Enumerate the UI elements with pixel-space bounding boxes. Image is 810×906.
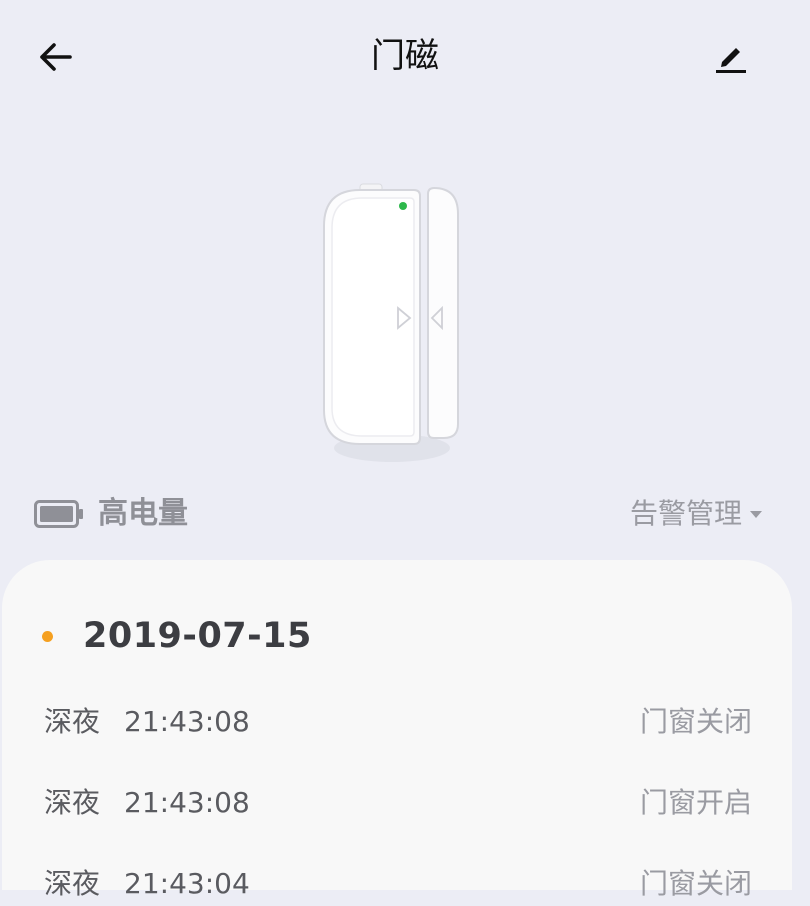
alarm-management-dropdown[interactable]: 告警管理: [630, 492, 762, 536]
caret-down-icon: [750, 510, 762, 518]
top-bar: 门磁: [0, 0, 810, 112]
status-led-icon: [399, 202, 407, 210]
event-time: 21:43:08: [124, 786, 250, 819]
date-dot-icon: [42, 630, 53, 642]
event-log-card: 2019-07-15 深夜 21:43:08 门窗关闭 深夜 21:43:08 …: [2, 560, 792, 900]
page-title: 门磁: [371, 36, 439, 76]
event-period: 深夜: [44, 786, 101, 819]
event-period: 深夜: [44, 705, 101, 738]
event-row[interactable]: 深夜 21:43:04 门窗关闭: [44, 862, 752, 906]
event-time: 21:43:04: [124, 867, 250, 900]
alarm-management-label: 告警管理: [629, 497, 742, 530]
edit-button[interactable]: [708, 34, 754, 80]
log-date-header: 2019-07-15: [42, 612, 312, 660]
door-sensor-image: [316, 180, 468, 470]
battery-full-icon: [34, 500, 83, 528]
event-state: 门窗关闭: [639, 867, 752, 900]
event-period: 深夜: [44, 867, 101, 900]
event-row[interactable]: 深夜 21:43:08 门窗开启: [44, 781, 752, 825]
status-row: 高电量 告警管理: [0, 488, 810, 540]
event-state: 门窗开启: [639, 786, 752, 819]
event-state: 门窗关闭: [639, 705, 752, 738]
event-row[interactable]: 深夜 21:43:08 门窗关闭: [44, 700, 752, 744]
log-date: 2019-07-15: [83, 616, 312, 656]
battery-level-label: 高电量: [98, 496, 188, 531]
pencil-icon: [716, 48, 746, 73]
event-time: 21:43:08: [124, 705, 250, 738]
